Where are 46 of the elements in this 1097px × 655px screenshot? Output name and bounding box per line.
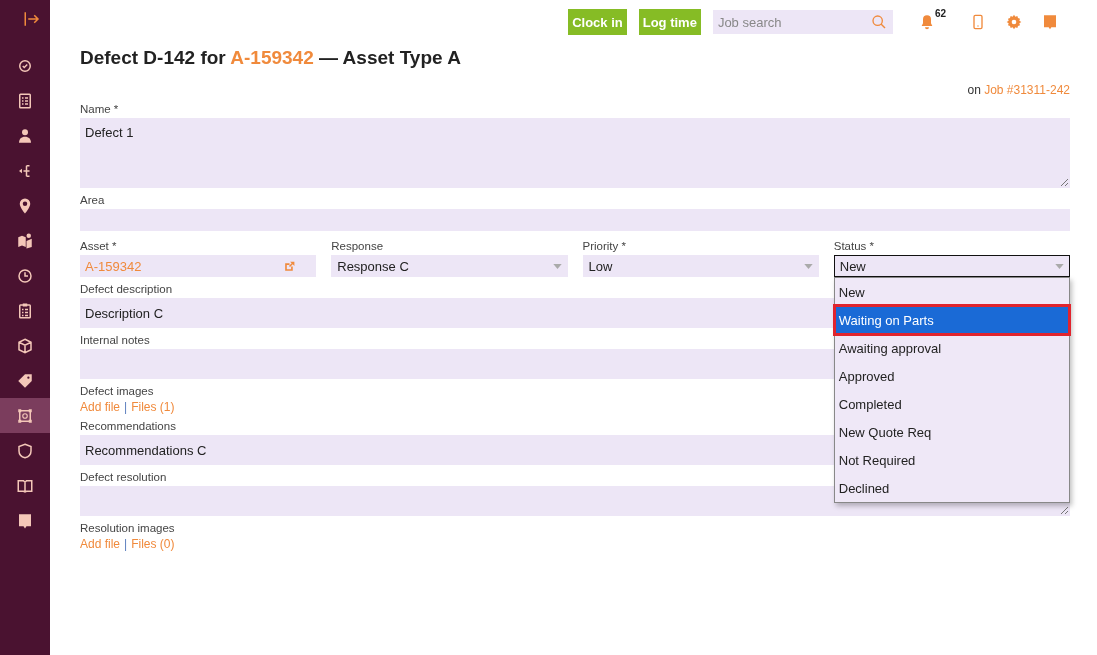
dropdown-caret-icon (803, 263, 813, 269)
cube-icon (16, 336, 34, 355)
dropdown-option[interactable]: Awaiting approval (834, 334, 1069, 362)
clock-icon (16, 266, 34, 285)
separator: | (124, 400, 128, 414)
input-field[interactable] (80, 209, 1070, 231)
field-label: Resolution images (80, 522, 175, 534)
sidebar-item[interactable] (0, 398, 50, 433)
field-label: Defect description (80, 283, 173, 295)
dropdown-caret-icon (552, 263, 562, 269)
select-field[interactable]: New (833, 255, 1070, 277)
person-icon (16, 126, 34, 145)
select-field[interactable]: Low (582, 255, 819, 277)
field-label: Status * (833, 240, 875, 252)
field-label: Defect resolution (80, 471, 167, 483)
text-area[interactable]: Defect 1 (80, 118, 1070, 188)
dropdown-option[interactable]: Declined (834, 474, 1069, 502)
shield-icon (16, 441, 34, 460)
dropdown-option[interactable]: Waiting on Parts (834, 306, 1069, 334)
expand-icon[interactable] (23, 10, 41, 28)
frame-icon (16, 406, 34, 425)
map-icon (16, 231, 34, 250)
page-title: Defect D-142 for A-159342 — Asset Type A (80, 47, 462, 69)
select-field[interactable]: Response C (331, 255, 568, 277)
field-label: Priority * (582, 240, 626, 252)
clipboard-icon (16, 301, 34, 320)
job-reference: on Job #31311-242 (966, 83, 1070, 97)
dropdown-caret-icon (1055, 263, 1064, 269)
notification-count: 62 (934, 8, 946, 19)
separator: | (124, 537, 128, 551)
search-field[interactable]: Job search (712, 10, 893, 34)
chat-icon (16, 511, 34, 530)
field-label: Area (80, 194, 105, 206)
field-label: Asset * (80, 240, 117, 252)
field-label: Internal notes (80, 334, 150, 346)
search-icon (870, 14, 887, 30)
field-label: Name * (80, 103, 119, 115)
resize-handle-icon[interactable] (1060, 178, 1068, 186)
tag-icon (16, 371, 34, 390)
field-label: Response (331, 240, 384, 252)
checklist-icon (16, 91, 34, 110)
resize-handle-icon[interactable] (1060, 506, 1068, 514)
dropdown-option[interactable]: Approved (834, 362, 1069, 390)
dropdown-option[interactable]: Completed (834, 390, 1069, 418)
field-label: Recommendations (80, 420, 176, 432)
field-label: Defect images (80, 385, 154, 397)
